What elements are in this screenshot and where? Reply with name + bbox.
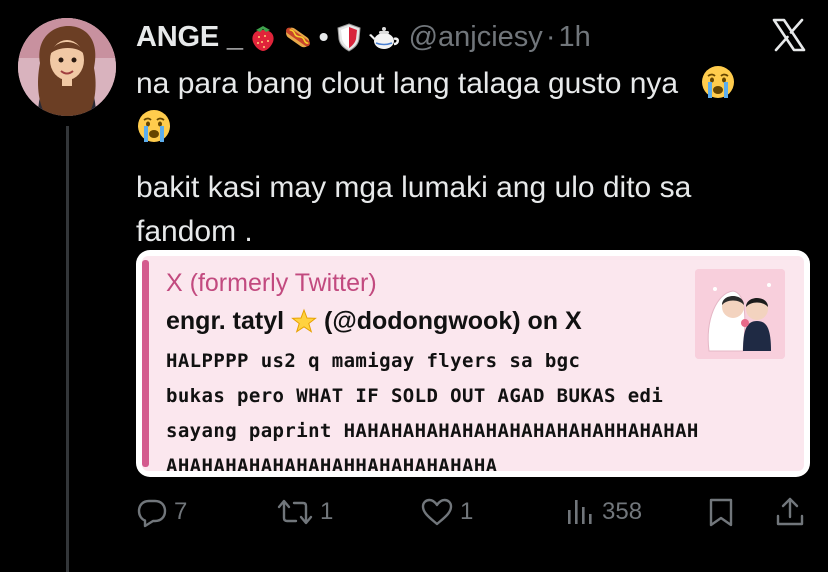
hotdog-icon [285, 27, 310, 48]
reply-count: 7 [174, 498, 188, 525]
like-count: 1 [460, 498, 474, 525]
card-body-line: sayang paprint HAHAHAHAHAHAHAHAHAHAHAHHA… [166, 420, 699, 442]
card-body-line: AHAHAHAHAHAHAHAHHAHAHAHAHAHA [166, 455, 498, 471]
share-button[interactable] [774, 494, 806, 530]
view-count: 358 [602, 498, 643, 525]
teapot-icon [368, 27, 399, 49]
tweet-text: na para bang clout lang talaga gusto nya… [136, 62, 786, 254]
card-title: engr. tatyl (@dodongwook) on X [166, 307, 582, 336]
card-body-line: bukas pero WHAT IF SOLD OUT AGAD BUKAS e… [166, 385, 664, 407]
time-separator: · [545, 20, 556, 53]
tweet-text-line2: bakit kasi may mga lumaki ang ulo dito s… [136, 171, 692, 248]
strawberry-icon [252, 26, 274, 51]
bookmark-icon [709, 498, 733, 527]
heart-icon [421, 498, 453, 526]
user-handle[interactable]: @anjciesy [409, 21, 543, 54]
crying-face-icon [138, 110, 170, 142]
card-accent-bar [142, 260, 149, 467]
avatar[interactable] [18, 18, 116, 116]
action-bar: 7 1 1 358 [0, 494, 828, 530]
star-icon [291, 308, 317, 333]
retweet-count: 1 [320, 498, 334, 525]
reply-icon [137, 499, 167, 528]
card-body: HALPPPP us2 q mamigay flyers sa bgc buka… [166, 344, 786, 471]
x-logo-icon[interactable] [772, 18, 806, 52]
link-preview-content: X (formerly Twitter) engr. tatyl (@dodon… [142, 256, 804, 471]
bookmark-button[interactable] [706, 494, 736, 530]
name-separator: • [318, 21, 329, 52]
views-icon [568, 500, 592, 524]
thumbnail-image [695, 269, 785, 359]
link-preview-card[interactable]: X (formerly Twitter) engr. tatyl (@dodon… [136, 250, 810, 477]
card-title-handle: (@dodongwook) on X [324, 307, 582, 335]
card-source: X (formerly Twitter) [166, 269, 377, 297]
tweet-text-line1: na para bang clout lang talaga gusto nya [136, 67, 679, 100]
timestamp[interactable]: 1h [558, 21, 590, 54]
avatar-image [18, 18, 116, 116]
reply-button[interactable]: 7 [136, 494, 187, 530]
shield-icon [337, 23, 361, 52]
share-icon [776, 497, 804, 526]
card-body-line: HALPPPP us2 q mamigay flyers sa bgc [166, 350, 581, 372]
retweet-button[interactable]: 1 [276, 494, 333, 530]
retweet-icon [277, 499, 313, 525]
crying-face-icon [702, 66, 735, 98]
like-button[interactable]: 1 [420, 494, 473, 530]
tweet-header: ANGE _ • @anjciesy · 1h [136, 16, 591, 58]
views-button[interactable]: 358 [564, 494, 642, 530]
card-title-name: engr. tatyl [166, 307, 285, 335]
card-thumbnail [695, 269, 785, 359]
display-name[interactable]: ANGE _ [136, 21, 243, 54]
